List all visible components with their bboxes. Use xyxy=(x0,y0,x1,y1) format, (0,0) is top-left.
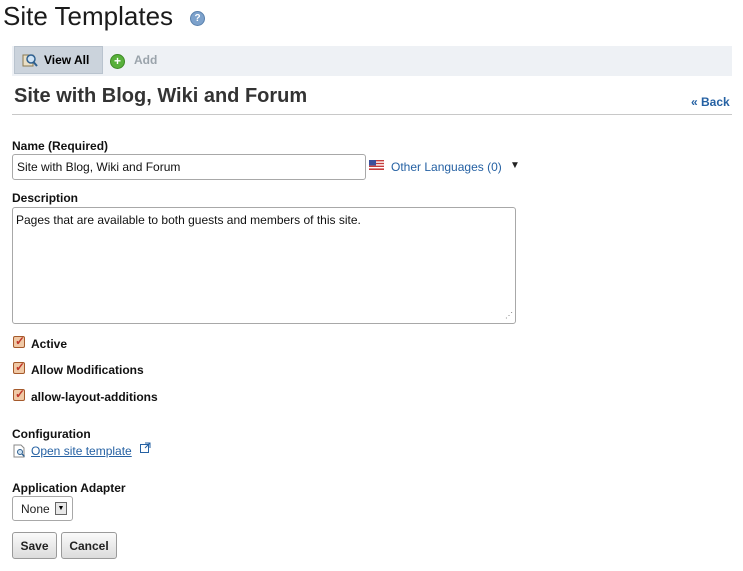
adapter-selected-value: None xyxy=(21,502,50,516)
view-all-label: View All xyxy=(44,53,90,67)
dropdown-arrow-icon[interactable]: ▼ xyxy=(510,160,520,171)
open-site-template-link[interactable]: Open site template xyxy=(31,444,132,458)
back-link[interactable]: « Back xyxy=(691,95,730,109)
select-arrow-icon: ▼ xyxy=(55,502,67,515)
active-checkbox[interactable]: ✓ xyxy=(13,334,25,348)
active-label: Active xyxy=(31,337,68,351)
resize-grip-icon[interactable]: ⋰ xyxy=(505,311,513,320)
allow-modifications-label: Allow Modifications xyxy=(31,363,144,377)
us-flag-icon xyxy=(369,160,384,170)
divider xyxy=(12,114,732,115)
name-label: Name (Required) xyxy=(12,139,109,153)
add-label: Add xyxy=(134,53,158,67)
allow-layout-additions-checkbox[interactable]: ✓ xyxy=(13,387,25,401)
page-title: Site Templates xyxy=(3,1,174,31)
page-search-icon xyxy=(13,444,25,458)
new-window-icon xyxy=(140,442,151,453)
application-adapter-label: Application Adapter xyxy=(12,481,126,495)
view-all-icon xyxy=(22,54,38,67)
name-input[interactable] xyxy=(12,154,366,180)
description-textarea[interactable]: Pages that are available to both guests … xyxy=(12,207,516,324)
cancel-button[interactable]: Cancel xyxy=(61,532,117,559)
save-button[interactable]: Save xyxy=(12,532,57,559)
view-all-button[interactable]: View All xyxy=(14,46,103,74)
help-icon[interactable]: ? xyxy=(190,11,205,26)
configuration-label: Configuration xyxy=(12,427,91,441)
allow-layout-additions-label: allow-layout-additions xyxy=(31,390,158,404)
other-languages-link[interactable]: Other Languages (0) xyxy=(391,160,502,174)
description-label: Description xyxy=(12,191,79,205)
add-icon: + xyxy=(110,54,125,69)
application-adapter-select[interactable]: None ▼ xyxy=(12,496,73,521)
allow-modifications-checkbox[interactable]: ✓ xyxy=(13,360,25,374)
section-title: Site with Blog, Wiki and Forum xyxy=(14,85,308,107)
